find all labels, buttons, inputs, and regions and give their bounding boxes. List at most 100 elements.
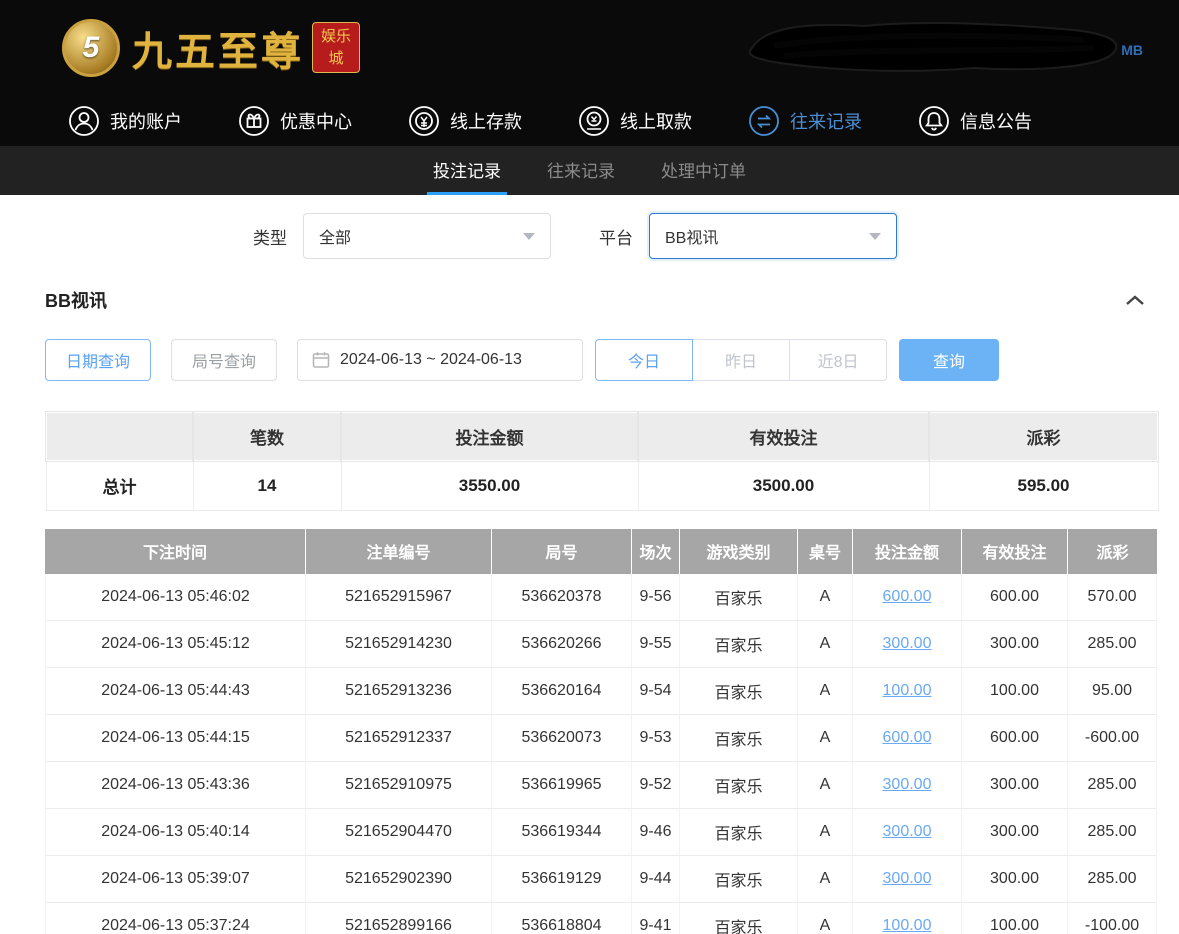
type-select[interactable]: 全部 [303, 213, 551, 259]
quick-range-group: 今日 昨日 近8日 [595, 339, 887, 381]
cell-table-no: A [798, 903, 853, 934]
cell-bet-time: 2024-06-13 05:40:14 [45, 809, 306, 856]
summary-header-bet-amount: 投注金额 [341, 412, 638, 461]
bell-icon [918, 105, 950, 137]
cell-game-type: 百家乐 [680, 762, 798, 809]
cell-table-no: A [798, 762, 853, 809]
cell-session: 9-54 [632, 668, 680, 715]
bet-amount-link[interactable]: 300.00 [883, 776, 932, 793]
tab-processing-orders[interactable]: 处理中订单 [655, 146, 752, 195]
cell-valid-bet: 100.00 [962, 903, 1068, 934]
cell-bet-id: 521652914230 [306, 621, 492, 668]
nav-item-transaction-records[interactable]: 往来记录 [748, 105, 862, 137]
col-payout: 派彩 [1068, 529, 1157, 574]
record-tabs: 投注记录 往来记录 处理中订单 [0, 146, 1179, 195]
table-row: 2024-06-13 05:44:15 521652912337 5366200… [45, 715, 1157, 762]
filter-row: 类型 全部 平台 BB视讯 [0, 195, 1179, 259]
cell-bet-id: 521652912337 [306, 715, 492, 762]
cell-bet-time: 2024-06-13 05:45:12 [45, 621, 306, 668]
cell-table-no: A [798, 856, 853, 903]
cell-round-no: 536619965 [492, 762, 632, 809]
nav-item-my-account[interactable]: 我的账户 [68, 105, 182, 137]
bet-amount-link[interactable]: 600.00 [883, 729, 932, 746]
nav-item-label: 线上取款 [620, 108, 692, 134]
col-round-no: 局号 [492, 529, 632, 574]
query-toolbar: 日期查询 局号查询 2024-06-13 ~ 2024-06-13 今日 昨日 … [45, 339, 1179, 381]
redaction-scribble [744, 18, 1124, 76]
cell-session: 9-52 [632, 762, 680, 809]
cell-payout: -600.00 [1068, 715, 1157, 762]
cell-table-no: A [798, 715, 853, 762]
col-bet-amount: 投注金额 [853, 529, 962, 574]
tab-label: 往来记录 [547, 157, 615, 182]
table-row: 2024-06-13 05:37:24 521652899166 5366188… [45, 903, 1157, 934]
cell-bet-amount: 300.00 [853, 856, 962, 903]
cell-table-no: A [798, 621, 853, 668]
bet-amount-link[interactable]: 600.00 [883, 588, 932, 605]
summary-count-value: 14 [193, 461, 341, 510]
bet-amount-link[interactable]: 300.00 [883, 635, 932, 652]
logo-badge: 娱乐城 [312, 22, 360, 74]
bet-amount-link[interactable]: 300.00 [883, 870, 932, 887]
nav-item-deposit[interactable]: 线上存款 [408, 105, 522, 137]
cell-table-no: A [798, 574, 853, 621]
cell-payout: -100.00 [1068, 903, 1157, 934]
nav-item-promotions[interactable]: 优惠中心 [238, 105, 352, 137]
cell-session: 9-46 [632, 809, 680, 856]
section-title: BB视讯 [45, 287, 107, 313]
cell-bet-id: 521652910975 [306, 762, 492, 809]
cell-game-type: 百家乐 [680, 809, 798, 856]
table-row: 2024-06-13 05:43:36 521652910975 5366199… [45, 762, 1157, 809]
summary-header-blank [46, 412, 193, 461]
table-row: 2024-06-13 05:46:02 521652915967 5366203… [45, 574, 1157, 621]
yesterday-button[interactable]: 昨日 [692, 339, 790, 381]
cell-bet-amount: 600.00 [853, 715, 962, 762]
bet-amount-link[interactable]: 100.00 [883, 682, 932, 699]
chevron-down-icon [869, 233, 881, 240]
type-filter-label: 类型 [253, 224, 287, 249]
cell-session: 9-53 [632, 715, 680, 762]
cell-bet-id: 521652904470 [306, 809, 492, 856]
collapse-section-button[interactable] [1125, 295, 1145, 306]
col-game-type: 游戏类别 [680, 529, 798, 574]
cell-payout: 285.00 [1068, 621, 1157, 668]
summary-payout-value: 595.00 [929, 461, 1158, 510]
platform-filter-label: 平台 [599, 224, 633, 249]
logo-emblem-icon: 5 [62, 19, 120, 77]
platform-select[interactable]: BB视讯 [649, 213, 897, 259]
transfer-records-icon [748, 105, 780, 137]
cell-game-type: 百家乐 [680, 715, 798, 762]
tab-label: 投注记录 [433, 157, 501, 182]
cell-session: 9-55 [632, 621, 680, 668]
cell-bet-amount: 300.00 [853, 762, 962, 809]
cell-bet-time: 2024-06-13 05:39:07 [45, 856, 306, 903]
cell-session: 9-44 [632, 856, 680, 903]
nav-item-announcements[interactable]: 信息公告 [918, 105, 1032, 137]
cell-payout: 570.00 [1068, 574, 1157, 621]
summary-valid-bet-value: 3500.00 [638, 461, 929, 510]
table-row: 2024-06-13 05:40:14 521652904470 5366193… [45, 809, 1157, 856]
cell-valid-bet: 300.00 [962, 856, 1068, 903]
site-logo[interactable]: 5 九五至尊 娱乐城 [62, 19, 360, 77]
table-row: 2024-06-13 05:45:12 521652914230 5366202… [45, 621, 1157, 668]
bet-amount-link[interactable]: 100.00 [883, 917, 932, 934]
bet-table-header-row: 下注时间 注单编号 局号 场次 游戏类别 桌号 投注金额 有效投注 派彩 [45, 529, 1157, 574]
round-query-button[interactable]: 局号查询 [171, 339, 277, 381]
cell-bet-amount: 300.00 [853, 809, 962, 856]
cell-round-no: 536619344 [492, 809, 632, 856]
cell-valid-bet: 600.00 [962, 574, 1068, 621]
today-button[interactable]: 今日 [595, 339, 693, 381]
deposit-coin-icon [408, 105, 440, 137]
date-query-button[interactable]: 日期查询 [45, 339, 151, 381]
last-8-days-button[interactable]: 近8日 [789, 339, 887, 381]
col-bet-id: 注单编号 [306, 529, 492, 574]
table-row: 2024-06-13 05:39:07 521652902390 5366191… [45, 856, 1157, 903]
date-range-input[interactable]: 2024-06-13 ~ 2024-06-13 [297, 339, 583, 381]
bet-amount-link[interactable]: 300.00 [883, 823, 932, 840]
tab-transaction-records[interactable]: 往来记录 [541, 146, 621, 195]
cell-round-no: 536618804 [492, 903, 632, 934]
nav-item-withdraw[interactable]: 线上取款 [578, 105, 692, 137]
tab-bet-records[interactable]: 投注记录 [427, 146, 507, 195]
cell-bet-time: 2024-06-13 05:44:43 [45, 668, 306, 715]
search-button[interactable]: 查询 [899, 339, 999, 381]
